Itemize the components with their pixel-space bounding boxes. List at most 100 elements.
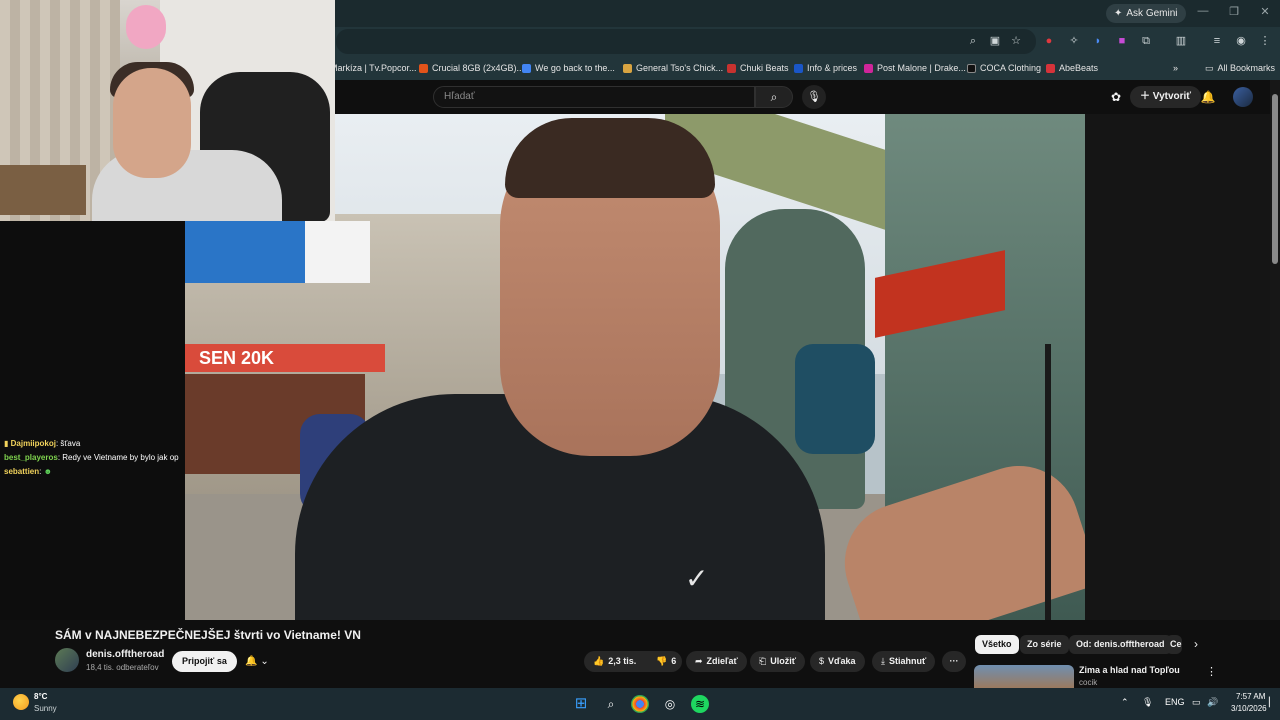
video-scene-sign bbox=[305, 221, 370, 283]
bookmark-label: Chuki Beats bbox=[740, 63, 789, 73]
maximize-icon[interactable]: ❐ bbox=[1219, 5, 1249, 18]
chat-overlay bbox=[0, 221, 185, 621]
volume-icon[interactable]: 🔊 bbox=[1207, 697, 1218, 708]
recommended-video-title[interactable]: Zima a hlad nad Topľou bbox=[1079, 665, 1180, 675]
channel-name[interactable]: denis.offtheroad bbox=[86, 649, 164, 660]
weather-condition[interactable]: Sunny bbox=[34, 704, 57, 713]
address-bar[interactable] bbox=[336, 29, 1036, 54]
settings-gear-icon[interactable]: ✿ bbox=[1107, 88, 1125, 106]
spotify-app-icon[interactable]: ≋ bbox=[691, 695, 709, 713]
windows-start-icon[interactable]: ⊞ bbox=[572, 695, 590, 713]
bookmark-label: Markíza | Tv.Popcor... bbox=[330, 63, 417, 73]
thanks-label: Vďaka bbox=[828, 656, 856, 666]
input-language[interactable]: ENG bbox=[1165, 697, 1185, 707]
share-button[interactable]: ➦ Zdieľať bbox=[686, 651, 747, 672]
save-button[interactable]: ⎗ Uložiť bbox=[750, 651, 806, 672]
bell-icon: 🔔 bbox=[245, 656, 258, 667]
media-control-icon[interactable]: ≡ bbox=[1209, 33, 1225, 49]
bookmark-label: Info & prices bbox=[807, 63, 858, 73]
app-icon[interactable]: ◎ bbox=[661, 695, 679, 713]
bookmark-label: COCA Clothing bbox=[980, 63, 1042, 73]
bookmark-item[interactable]: Info & prices bbox=[794, 56, 857, 80]
favicon-icon bbox=[794, 63, 803, 73]
subscriber-count: 18,4 tis. odberateľov bbox=[86, 663, 159, 672]
channel-avatar[interactable] bbox=[55, 648, 79, 672]
close-icon[interactable]: ✕ bbox=[1250, 5, 1280, 18]
tray-overflow-icon[interactable]: ⌃ bbox=[1121, 697, 1129, 708]
chat-message: best_playeros: Redy ve Vietname by bylo … bbox=[4, 453, 179, 462]
thanks-button[interactable]: $ Vďaka bbox=[810, 651, 865, 672]
extension-icon[interactable]: ● bbox=[1041, 33, 1057, 49]
bookmark-item[interactable]: Crucial 8GB (2x4GB)... bbox=[419, 56, 524, 80]
microphone-tray-icon[interactable]: 🎙 bbox=[1142, 697, 1153, 708]
chevron-right-icon[interactable]: › bbox=[1194, 637, 1198, 651]
zoom-icon[interactable]: ⌕ bbox=[965, 33, 981, 49]
cast-icon[interactable]: ▣ bbox=[987, 33, 1003, 49]
create-label: Vytvoriť bbox=[1152, 91, 1192, 102]
bookmark-item[interactable]: AbeBeats bbox=[1046, 56, 1098, 80]
minimize-icon[interactable]: — bbox=[1188, 5, 1218, 17]
extension-icon[interactable]: ■ bbox=[1114, 33, 1130, 49]
notifications-bell-icon[interactable]: 🔔 bbox=[1199, 88, 1217, 106]
account-avatar[interactable] bbox=[1233, 87, 1253, 107]
side-panel-icon[interactable]: ▥ bbox=[1173, 33, 1189, 49]
favicon-icon bbox=[623, 63, 632, 73]
weather-sun-icon[interactable] bbox=[13, 694, 29, 710]
dislike-button[interactable]: 👎 6 bbox=[652, 651, 682, 672]
more-vertical-icon[interactable]: ⋮ bbox=[1206, 665, 1217, 678]
share-icon: ➦ bbox=[695, 656, 703, 666]
chip-from-series[interactable]: Zo série bbox=[1020, 635, 1069, 654]
bookmark-label: Post Malone | Drake... bbox=[877, 63, 966, 73]
recommended-video-thumbnail[interactable] bbox=[974, 665, 1074, 688]
dislike-count: 6 bbox=[671, 656, 677, 666]
more-menu-icon[interactable]: ⋮ bbox=[1257, 33, 1273, 49]
bookmark-label: General Tso's Chick... bbox=[636, 63, 724, 73]
taskbar-search-icon[interactable]: ⌕ bbox=[602, 695, 620, 713]
search-input[interactable]: Hľadať bbox=[433, 86, 755, 108]
video-title: SÁM v NAJNEBEZPEČNEJŠEJ štvrti vo Vietna… bbox=[55, 628, 361, 642]
recommended-video-channel[interactable]: cocik bbox=[1079, 678, 1097, 687]
bookmark-item[interactable]: COCA Clothing bbox=[967, 56, 1041, 80]
voice-search-button[interactable]: 🎙 bbox=[802, 85, 826, 109]
all-bookmarks[interactable]: ▭ All Bookmarks bbox=[1205, 56, 1275, 80]
video-scene-selfie-stick bbox=[1045, 344, 1051, 620]
like-button[interactable]: 👍 2,3 tis. bbox=[584, 651, 652, 672]
clock-date[interactable]: 3/10/2026 bbox=[1231, 704, 1267, 713]
chip-truncated[interactable]: Ce bbox=[1166, 635, 1182, 654]
scrollbar-thumb[interactable] bbox=[1272, 94, 1278, 264]
subscription-bell-button[interactable]: 🔔 ⌄ bbox=[236, 651, 278, 672]
bookmark-item[interactable]: Markíza | Tv.Popcor... bbox=[330, 56, 417, 80]
plus-icon: ＋ bbox=[1140, 91, 1153, 102]
sparkle-icon: ✦ bbox=[1114, 8, 1123, 19]
bookmark-item[interactable]: Chuki Beats bbox=[727, 56, 789, 80]
bookmark-item[interactable]: Post Malone | Drake... bbox=[864, 56, 966, 80]
bookmark-item[interactable]: General Tso's Chick... bbox=[623, 56, 723, 80]
bookmark-item[interactable]: We go back to the... bbox=[522, 56, 615, 80]
bookmarks-overflow-icon[interactable]: » bbox=[1173, 56, 1178, 80]
create-button[interactable]: ＋ Vytvoriť bbox=[1130, 86, 1202, 108]
profile-icon[interactable]: ◉ bbox=[1233, 33, 1249, 49]
more-actions-button[interactable]: ··· bbox=[942, 651, 966, 672]
emote-icon: ☻ bbox=[43, 467, 53, 476]
weather-temperature[interactable]: 8°C bbox=[34, 692, 47, 701]
clock-time[interactable]: 7:57 AM bbox=[1236, 692, 1265, 701]
ask-gemini-button[interactable]: ✦ Ask Gemini bbox=[1106, 4, 1186, 23]
folder-icon: ▭ bbox=[1205, 62, 1214, 73]
notification-icon[interactable]: ▏ bbox=[1269, 697, 1276, 708]
chat-message: sebattien: ☻ bbox=[4, 467, 52, 476]
extensions-puzzle-icon[interactable]: ⧉ bbox=[1138, 33, 1154, 49]
chrome-app-icon[interactable] bbox=[631, 695, 649, 713]
webcam-box bbox=[0, 165, 86, 215]
download-button[interactable]: ⤓ Stiahnuť bbox=[872, 651, 936, 672]
chip-all[interactable]: Všetko bbox=[975, 635, 1019, 654]
chip-from-channel[interactable]: Od: denis.offtheroad bbox=[1069, 635, 1172, 654]
extension-icon[interactable]: ✧ bbox=[1066, 33, 1082, 49]
microphone-icon: 🎙 bbox=[807, 91, 821, 103]
bookmark-star-icon[interactable]: ☆ bbox=[1008, 33, 1024, 49]
favicon-icon bbox=[967, 63, 976, 73]
search-button[interactable]: ⌕ bbox=[755, 86, 793, 108]
search-icon: ⌕ bbox=[770, 90, 778, 104]
extension-icon[interactable]: ◗ bbox=[1090, 33, 1106, 49]
join-button[interactable]: Pripojiť sa bbox=[172, 651, 237, 672]
network-icon[interactable]: ▭ bbox=[1192, 697, 1201, 708]
